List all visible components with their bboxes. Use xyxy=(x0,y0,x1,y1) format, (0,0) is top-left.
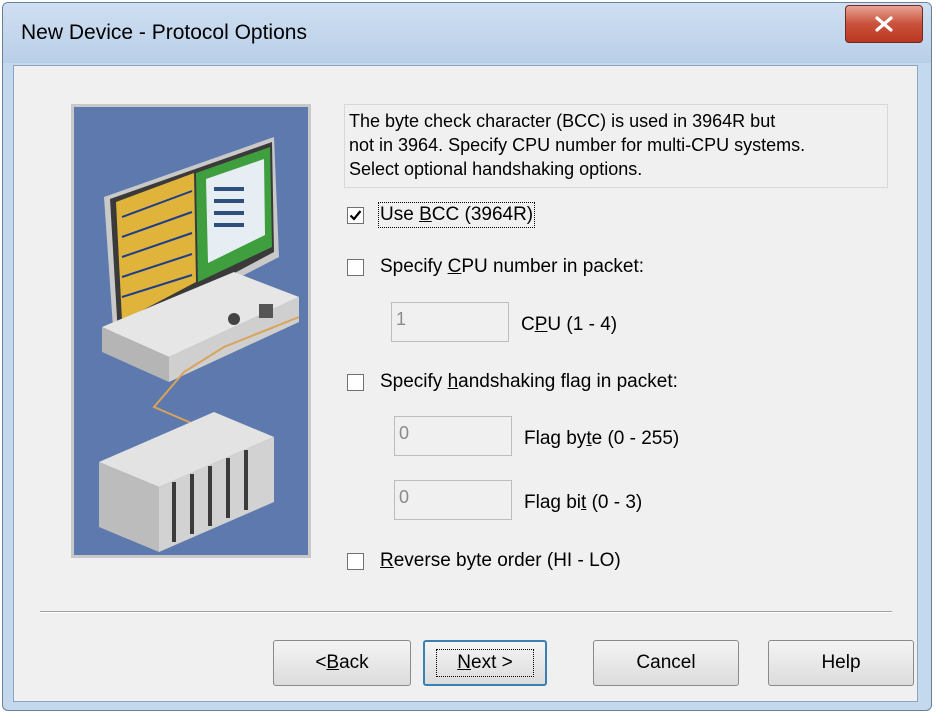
description-text: The byte check character (BCC) is used i… xyxy=(344,104,888,188)
use-bcc-checkbox[interactable] xyxy=(347,206,364,224)
cpu-number-label: Specify CPU number in packet: xyxy=(380,256,645,277)
back-button[interactable]: < Back xyxy=(273,640,411,686)
cpu-input[interactable]: 1 xyxy=(391,302,509,342)
separator xyxy=(40,611,892,613)
close-icon xyxy=(875,16,893,32)
close-button[interactable] xyxy=(845,5,923,43)
cpu-label: CPU (1 - 4) xyxy=(521,314,618,335)
cpu-number-option[interactable]: Specify CPU number in packet: xyxy=(347,256,644,278)
use-bcc-label: Use BCC (3964R) xyxy=(377,202,536,228)
cpu-number-checkbox[interactable] xyxy=(347,258,364,276)
description-line-3: Select optional handshaking options. xyxy=(349,159,643,179)
flag-bit-input[interactable]: 0 xyxy=(394,480,512,520)
handshaking-option[interactable]: Specify handshaking flag in packet: xyxy=(347,371,678,393)
description-line-2: not in 3964. Specify CPU number for mult… xyxy=(349,135,806,155)
help-button[interactable]: Help xyxy=(768,640,914,686)
reverse-byte-order-label: Reverse byte order (HI - LO) xyxy=(380,550,621,571)
reverse-byte-order-option[interactable]: Reverse byte order (HI - LO) xyxy=(347,550,621,572)
handshaking-label: Specify handshaking flag in packet: xyxy=(380,371,678,392)
device-illustration xyxy=(71,104,311,558)
cancel-button[interactable]: Cancel xyxy=(593,640,739,686)
flag-byte-label: Flag byte (0 - 255) xyxy=(524,428,680,449)
reverse-byte-order-checkbox[interactable] xyxy=(347,552,364,570)
dialog-window: New Device - Protocol Options The byte c… xyxy=(2,2,932,711)
next-button[interactable]: Next > xyxy=(423,640,547,686)
description-line-1: The byte check character (BCC) is used i… xyxy=(349,111,776,131)
use-bcc-option[interactable]: Use BCC (3964R) xyxy=(347,202,536,228)
flag-bit-label: Flag bit (0 - 3) xyxy=(524,492,643,513)
title-bar[interactable]: New Device - Protocol Options xyxy=(3,3,931,63)
dialog-body: The byte check character (BCC) is used i… xyxy=(13,65,918,702)
flag-byte-input[interactable]: 0 xyxy=(394,416,512,456)
handshaking-checkbox[interactable] xyxy=(347,373,364,391)
check-icon xyxy=(349,209,362,221)
window-title: New Device - Protocol Options xyxy=(21,21,307,44)
